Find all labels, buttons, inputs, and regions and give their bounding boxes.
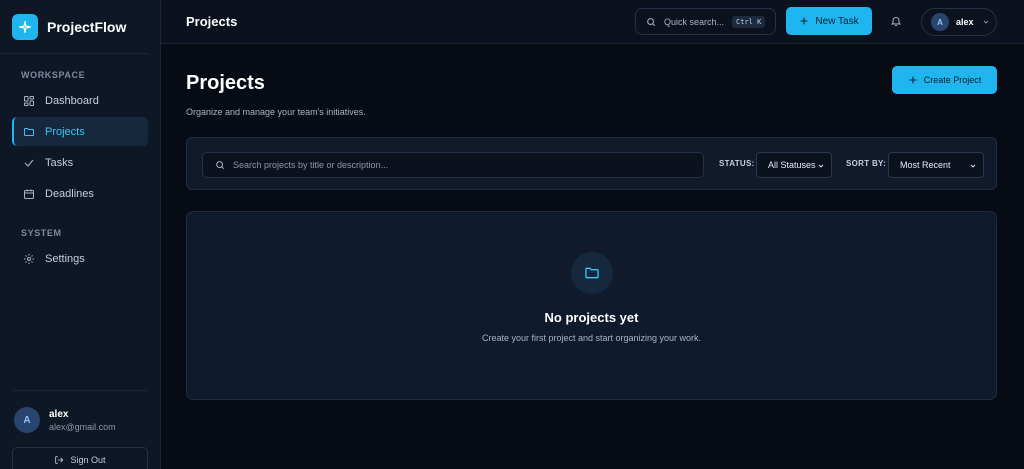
sign-out-label: Sign Out (70, 455, 106, 465)
sidebar-item-dashboard[interactable]: Dashboard (12, 86, 148, 115)
sort-select-value: Most Recent (900, 160, 951, 170)
status-select-value: All Statuses (768, 160, 816, 170)
user-name: alex (49, 408, 69, 420)
sidebar-item-label: Dashboard (45, 94, 99, 107)
sidebar-item-label: Deadlines (45, 187, 94, 200)
page-header: Projects Organize and manage your team's… (186, 72, 366, 117)
plus-icon (908, 75, 918, 85)
brand-name: ProjectFlow (47, 18, 127, 35)
quick-search-placeholder: Quick search... (664, 16, 725, 27)
user-email: alex@gmail.com (49, 421, 116, 432)
sidebar-item-label: Tasks (45, 156, 74, 169)
filter-bar: STATUS: All Statuses SORT BY: Most Recen… (186, 137, 997, 190)
sidebar: ProjectFlow WORKSPACE Dashboard Projects (0, 0, 161, 469)
search-icon (646, 17, 656, 27)
topbar-title: Projects (186, 14, 238, 29)
empty-state: No projects yet Create your first projec… (186, 211, 997, 400)
page-subtitle: Organize and manage your team's initiati… (186, 107, 366, 117)
sidebar-item-deadlines[interactable]: Deadlines (12, 179, 148, 208)
topbar: Projects Quick search... Ctrl K New Task (161, 0, 1024, 44)
new-task-label: New Task (815, 15, 859, 27)
quick-search-button[interactable]: Quick search... Ctrl K (635, 8, 776, 35)
chevron-down-icon (969, 162, 977, 170)
sidebar-item-settings[interactable]: Settings (12, 244, 148, 273)
user-name: alex (956, 17, 974, 27)
user-menu-button[interactable]: A alex (921, 8, 997, 36)
bell-icon[interactable] (890, 15, 902, 27)
sort-select[interactable]: Most Recent (888, 152, 984, 178)
sign-out-button[interactable]: Sign Out (12, 447, 148, 469)
calendar-icon (22, 187, 36, 201)
create-project-label: Create Project (923, 75, 982, 85)
project-search (202, 152, 704, 178)
chevron-down-icon (817, 162, 825, 170)
sidebar-item-projects[interactable]: Projects (12, 117, 148, 146)
app-window: ProjectFlow WORKSPACE Dashboard Projects (0, 0, 1024, 469)
empty-state-title: No projects yet (544, 310, 639, 325)
sidebar-item-tasks[interactable]: Tasks (12, 148, 148, 177)
status-filter-label: STATUS: (719, 159, 755, 168)
folder-icon (571, 252, 613, 294)
sparkle-icon (12, 13, 38, 40)
search-icon (215, 160, 225, 170)
main-content: Projects Quick search... Ctrl K New Task (161, 0, 1024, 469)
logout-icon (54, 455, 64, 465)
avatar: A (14, 407, 40, 433)
sidebar-item-label: Settings (45, 252, 85, 265)
user-info: alex alex@gmail.com (49, 409, 116, 432)
check-icon (22, 156, 36, 170)
sidebar-item-label: Projects (45, 125, 85, 138)
brand[interactable]: ProjectFlow (0, 0, 149, 54)
create-project-button[interactable]: Create Project (892, 66, 997, 94)
grid-icon (22, 94, 36, 108)
folder-icon (22, 125, 36, 139)
project-search-input[interactable] (233, 160, 693, 170)
section-label-workspace: WORKSPACE (21, 70, 86, 80)
page-title: Projects (186, 72, 265, 94)
avatar: A (931, 13, 949, 31)
section-label-system: SYSTEM (21, 228, 62, 238)
chevron-down-icon (982, 18, 990, 26)
sidebar-user[interactable]: A alex alex@gmail.com (12, 391, 148, 433)
empty-state-description: Create your first project and start orga… (481, 333, 702, 343)
status-select[interactable]: All Statuses (756, 152, 832, 178)
sort-filter-label: SORT BY: (846, 159, 887, 168)
plus-icon (799, 16, 809, 26)
gear-icon (22, 252, 36, 266)
new-task-button[interactable]: New Task (786, 7, 872, 35)
shortcut-badge: Ctrl K (732, 15, 766, 28)
sidebar-footer: A alex alex@gmail.com Sign Out (12, 390, 148, 469)
